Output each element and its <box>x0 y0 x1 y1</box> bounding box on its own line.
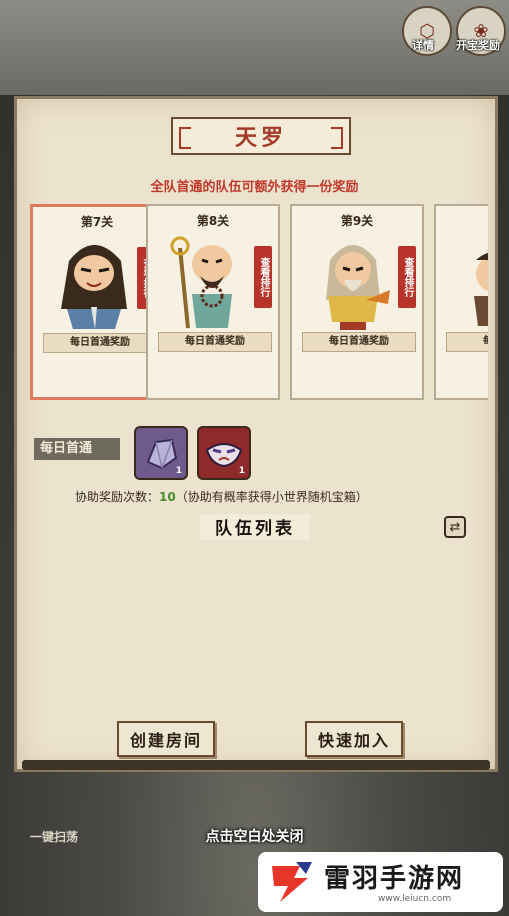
stage-card-10[interactable]: 每日首通 <box>434 204 488 400</box>
view-ranking-button[interactable]: 查看排行 <box>254 246 272 308</box>
monk-portrait-icon <box>170 236 232 329</box>
watermark-text: 雷羽手游网 <box>324 864 465 894</box>
stage-card-list[interactable]: 第7关 查看排行 每日首通奖励 第8关 查看排行 每日首通奖励 第9关 <box>28 202 488 404</box>
reward-item-crystal[interactable]: 1 <box>134 426 188 480</box>
item-count: 1 <box>175 466 182 476</box>
assist-prefix: 协助奖励次数： <box>75 490 160 504</box>
stage-label: 第8关 <box>196 214 230 228</box>
daily-first-clear-label: 每日首通 <box>34 438 120 460</box>
elder-portrait-icon <box>326 245 390 330</box>
quick-join-button[interactable]: 快速加入 <box>305 721 403 757</box>
leiyu-logo-icon <box>272 862 312 902</box>
panel-subtitle: 全队首通的队伍可额外获得一份奖励 <box>150 180 359 195</box>
warrior-portrait-icon <box>474 253 488 326</box>
swordsman-portrait-icon <box>61 245 127 329</box>
stage-card-9[interactable]: 第9关 查看排行 每日首通奖励 <box>290 204 424 400</box>
stage-card-8[interactable]: 第8关 查看排行 每日首通奖励 <box>146 204 280 400</box>
dungeon-panel <box>14 96 498 772</box>
close-hint: 点击空白处关闭 <box>205 829 304 845</box>
daily-first-reward-tag: 每日首通奖励 <box>43 333 157 353</box>
assist-count: 10 <box>159 490 176 504</box>
refresh-icon[interactable]: ⇄ <box>444 516 466 538</box>
stage-label: 第9关 <box>340 214 374 228</box>
panel-title: 天罗 <box>234 125 287 151</box>
assist-reward-info: 协助奖励次数：10（协助有概率获得小世界随机宝箱） <box>75 488 368 505</box>
team-list-title: 队伍列表 <box>200 514 310 540</box>
item-count: 1 <box>238 466 245 476</box>
panel-bottom-rod <box>22 760 490 770</box>
daily-first-reward-tag: 每日首通奖励 <box>158 332 272 352</box>
daily-first-reward-tag: 每日首通奖励 <box>302 332 416 352</box>
rewards-label: 开宝奖励 <box>456 39 500 52</box>
details-label: 详情 <box>412 39 434 52</box>
title-frame: 天罗 <box>171 117 351 155</box>
stage-label: 第7关 <box>80 215 114 229</box>
create-room-button[interactable]: 创建房间 <box>117 721 215 757</box>
watermark-url: www.leiucn.com <box>378 894 452 904</box>
watermark: 雷羽手游网 www.leiucn.com <box>258 852 503 912</box>
reward-item-mask[interactable]: 1 <box>197 426 251 480</box>
view-ranking-button[interactable]: 查看排行 <box>398 246 416 308</box>
stage-card-7[interactable]: 第7关 查看排行 每日首通奖励 <box>30 204 164 400</box>
assist-note: （协助有概率获得小世界随机宝箱） <box>175 490 368 504</box>
daily-first-reward-tag: 每日首通 <box>446 332 488 352</box>
